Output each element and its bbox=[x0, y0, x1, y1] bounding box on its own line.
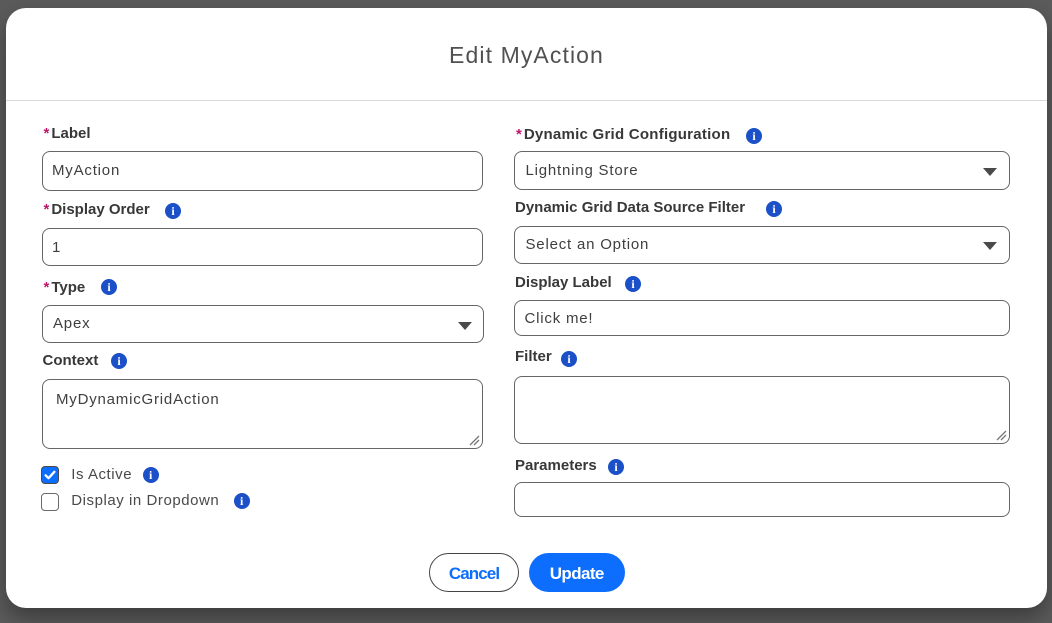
svg-text:i: i bbox=[149, 468, 153, 482]
svg-text:i: i bbox=[240, 494, 244, 508]
